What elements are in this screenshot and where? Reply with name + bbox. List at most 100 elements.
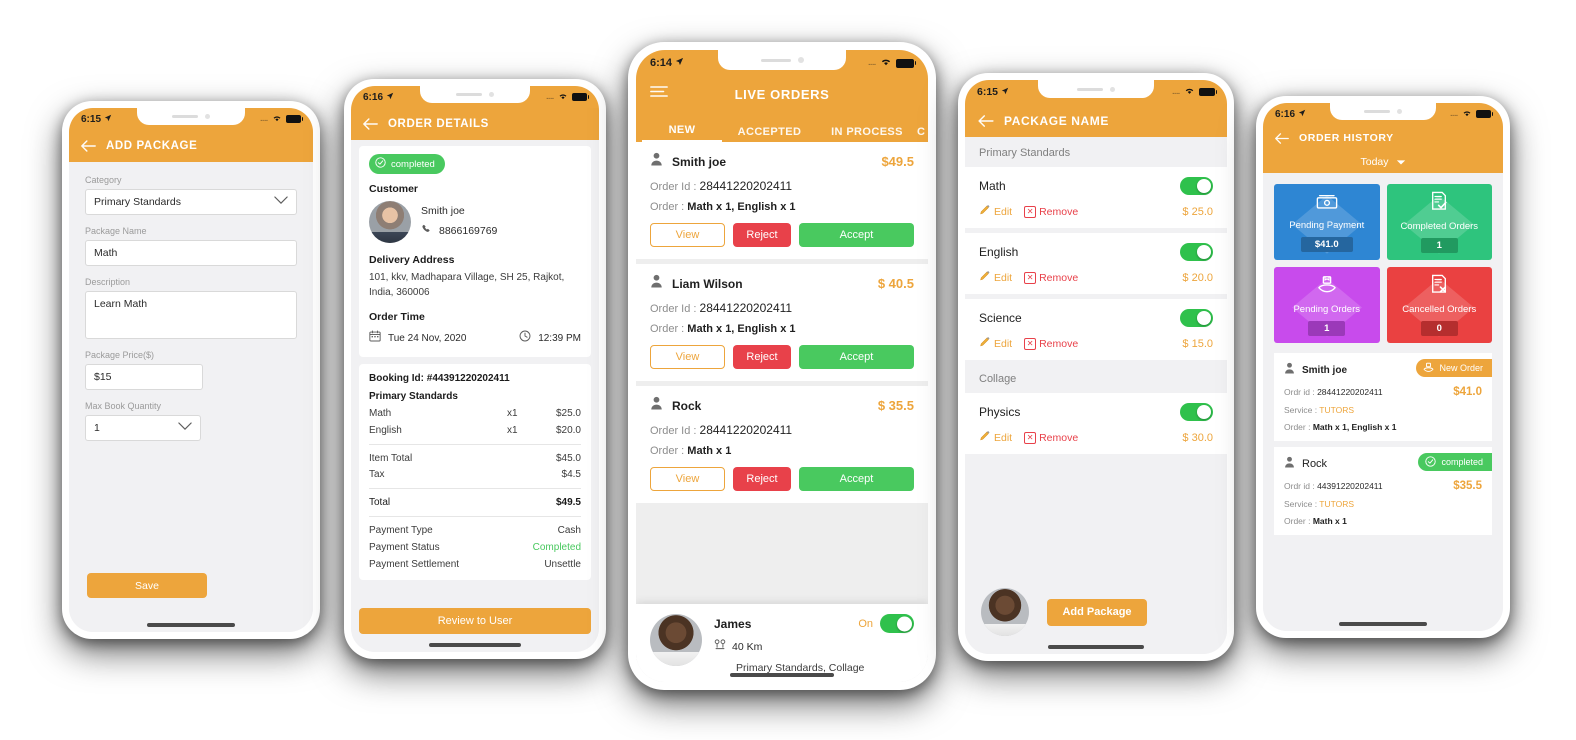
history-card[interactable]: Smith joe New Order Ordr id : 2844122020… — [1274, 353, 1492, 441]
remove-button[interactable]: ✕ Remove — [1024, 431, 1078, 444]
order-id-label: Order Id : — [650, 181, 697, 193]
history-status-label: completed — [1441, 457, 1483, 467]
person-icon — [650, 152, 663, 171]
hamburger-menu-icon[interactable] — [650, 85, 668, 103]
order-id-label: Ordr id : — [1284, 481, 1315, 491]
edit-button[interactable]: Edit — [979, 204, 1012, 219]
package-footer: Add Package — [965, 588, 1227, 636]
reject-button[interactable]: Reject — [733, 345, 791, 369]
tab-accepted[interactable]: ACCEPTED — [722, 126, 817, 142]
earpiece-speaker — [1364, 110, 1390, 113]
distance-pin-icon — [714, 638, 726, 656]
edit-label: Edit — [994, 431, 1013, 444]
chevron-down-icon[interactable] — [1396, 153, 1406, 171]
tile-cancelled-orders[interactable]: Cancelled Orders 0 — [1386, 267, 1492, 343]
grand-total-row: Total $49.5 — [369, 497, 581, 508]
edit-button[interactable]: Edit — [979, 270, 1012, 285]
field-label: Category — [85, 175, 122, 185]
back-arrow-icon[interactable] — [81, 140, 96, 152]
item-qty: x1 — [507, 408, 518, 419]
payment-row: Payment Type Cash — [369, 525, 581, 536]
remove-button[interactable]: ✕ Remove — [1024, 337, 1078, 350]
chevron-down-icon — [178, 422, 192, 434]
package-toggle[interactable] — [1180, 177, 1213, 195]
order-items-value: Math x 1, English x 1 — [1312, 422, 1397, 432]
back-arrow-icon[interactable] — [1275, 132, 1289, 144]
tile-completed-orders[interactable]: Completed Orders 1 — [1386, 184, 1492, 260]
description-textarea[interactable]: Learn Math — [85, 291, 297, 339]
description-value: Learn Math — [94, 298, 148, 310]
order-items-label: Order : — [650, 445, 685, 457]
accept-button[interactable]: Accept — [799, 345, 914, 369]
history-status-label: New Order — [1439, 363, 1483, 373]
tab-in-process[interactable]: IN PROCESS — [817, 126, 917, 142]
view-button[interactable]: View — [650, 223, 725, 247]
remove-button[interactable]: ✕ Remove — [1024, 205, 1078, 218]
check-circle-icon — [375, 157, 386, 171]
order-items-value: Math x 1 — [1312, 516, 1347, 526]
order-id-label: Order Id : — [650, 425, 697, 437]
tab-new[interactable]: NEW — [642, 124, 722, 142]
package-row: English Edit ✕ Remove $ 20.0 — [965, 233, 1227, 294]
package-row-actions: Edit ✕ Remove $ 20.0 — [979, 270, 1213, 285]
booking-package-title: Primary Standards — [369, 391, 458, 402]
document-x-icon — [1430, 274, 1448, 299]
phone-icon — [421, 222, 432, 240]
max-quantity-select[interactable]: 1 — [85, 415, 201, 441]
grand-total-value: $49.5 — [555, 497, 581, 508]
history-card[interactable]: Rock completed Ordr id : 44391220202411 … — [1274, 447, 1492, 535]
signal-dots: .... — [546, 93, 554, 101]
tutor-avatar — [981, 588, 1029, 636]
remove-button[interactable]: ✕ Remove — [1024, 271, 1078, 284]
order-id-value: 28441220202411 — [699, 179, 793, 193]
hand-order-icon — [1317, 275, 1337, 299]
person-icon — [650, 274, 663, 293]
customer-avatar — [369, 201, 411, 243]
person-icon — [1284, 455, 1295, 473]
tile-label: Completed Orders — [1400, 221, 1479, 232]
hand-order-icon — [1423, 362, 1434, 375]
availability-toggle[interactable] — [880, 614, 914, 633]
tile-pending-orders[interactable]: Pending Orders 1 — [1274, 267, 1380, 343]
add-package-button[interactable]: Add Package — [1047, 598, 1147, 626]
review-to-user-button[interactable]: Review to User — [359, 608, 591, 634]
person-icon — [650, 396, 663, 415]
package-price-input[interactable]: $15 — [85, 364, 203, 390]
location-arrow-icon — [104, 114, 112, 125]
divider — [369, 516, 581, 517]
filter-label[interactable]: Today — [1360, 156, 1388, 168]
x-box-icon: ✕ — [1024, 431, 1037, 444]
save-button[interactable]: Save — [87, 573, 207, 598]
accept-button[interactable]: Accept — [799, 467, 914, 491]
accept-button[interactable]: Accept — [799, 223, 914, 247]
max-quantity-value: 1 — [94, 422, 100, 434]
package-toggle[interactable] — [1180, 243, 1213, 261]
tab-completed[interactable]: C — [917, 126, 928, 142]
battery-icon — [1476, 110, 1491, 118]
service-value: TUTORS — [1319, 405, 1355, 415]
package-toggle[interactable] — [1180, 309, 1213, 327]
page-title: PACKAGE NAME — [1004, 113, 1109, 128]
package-toggle[interactable] — [1180, 403, 1213, 421]
order-time-section-title: Order Time — [369, 311, 425, 323]
view-button[interactable]: View — [650, 467, 725, 491]
edit-button[interactable]: Edit — [979, 430, 1012, 445]
reject-button[interactable]: Reject — [733, 223, 791, 247]
earpiece-speaker — [172, 115, 198, 118]
item-name: Math — [369, 408, 392, 419]
pencil-icon — [979, 270, 991, 285]
order-customer-name: Rock — [672, 398, 702, 413]
package-name-input[interactable]: Math — [85, 240, 297, 266]
reject-button[interactable]: Reject — [733, 467, 791, 491]
view-button[interactable]: View — [650, 345, 725, 369]
category-select[interactable]: Primary Standards — [85, 189, 297, 215]
order-card: Smith joe $49.5 Order Id : 2844122020241… — [636, 142, 928, 259]
package-name-value: Math — [94, 247, 118, 259]
back-arrow-icon[interactable] — [363, 118, 378, 130]
edit-button[interactable]: Edit — [979, 336, 1012, 351]
back-arrow-icon[interactable] — [978, 114, 994, 127]
order-card: Rock $ 35.5 Order Id : 28441220202411 Or… — [636, 386, 928, 503]
package-list: Primary Standards Math Edit ✕ Remove $ 2… — [965, 137, 1227, 654]
tile-pending-payment[interactable]: Pending Payment $41.0 — [1274, 184, 1380, 260]
field-description: Description Learn Math — [85, 277, 297, 339]
